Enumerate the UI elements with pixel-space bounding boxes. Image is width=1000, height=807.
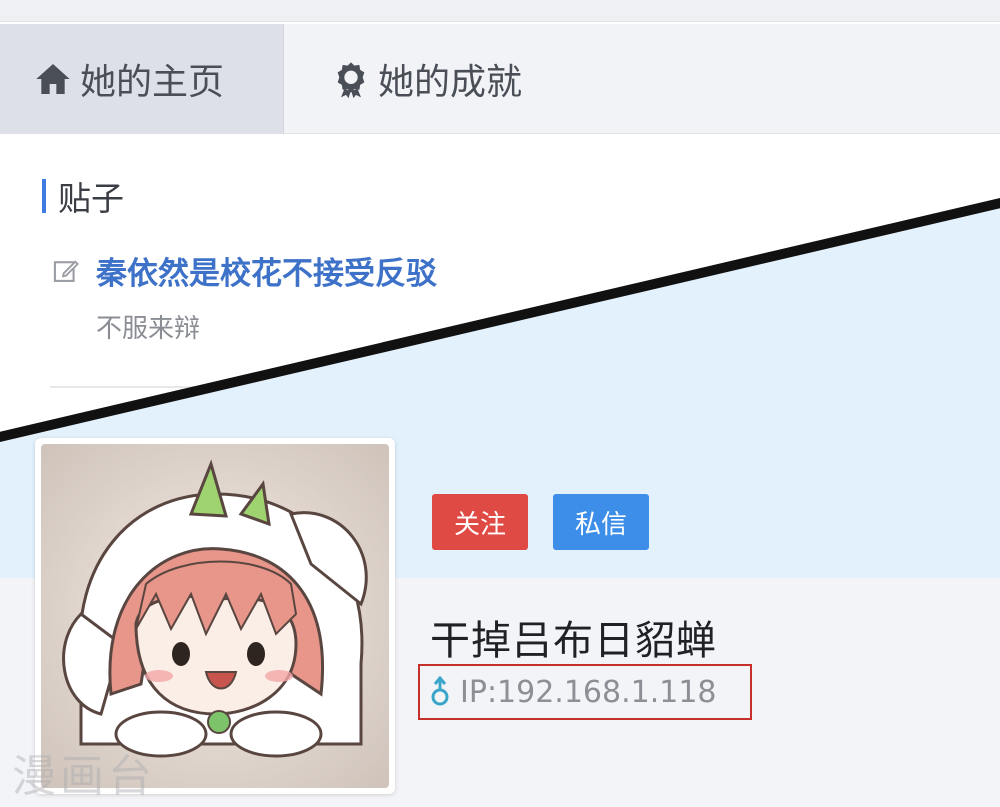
ip-location-highlight: IP:192.168.1.118 [418,664,752,720]
profile-tabbar: 她的主页 她的成就 [0,24,1000,134]
post-title-link[interactable]: 秦依然是校花不接受反驳 [96,248,437,293]
edit-icon [52,257,80,285]
male-icon [428,675,452,708]
posts-section-title: 贴子 [42,172,124,220]
watermark-logo: 漫画台 [12,751,156,802]
username: 干掉吕布日貂蝉 [430,618,717,664]
tab-home[interactable]: 她的主页 [0,24,284,134]
tab-achievements[interactable]: 她的成就 [330,24,650,134]
posts-section-label: 贴子 [58,179,124,218]
award-icon [330,58,372,100]
section-accent-bar [42,179,46,213]
tab-home-label: 她的主页 [80,62,225,103]
ip-address: IP:192.168.1.118 [460,674,717,710]
tab-achievements-label: 她的成就 [378,62,523,103]
avatar-image [41,444,389,788]
top-strip [0,0,1000,22]
message-button[interactable]: 私信 [553,494,649,550]
follow-button[interactable]: 关注 [432,494,528,550]
post-excerpt: 不服来辩 [96,314,201,344]
post-item[interactable]: 秦依然是校花不接受反驳 [52,248,437,293]
home-icon [32,58,74,100]
